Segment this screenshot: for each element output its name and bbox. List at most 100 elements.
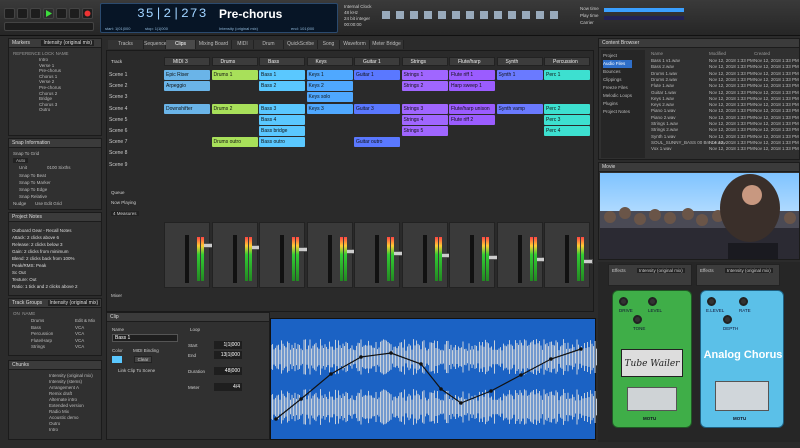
- end-field[interactable]: 13|1|000: [214, 351, 242, 359]
- clip-cell[interactable]: Guitar 3: [354, 103, 400, 114]
- preset-select-right[interactable]: Intensity (original mix): [725, 268, 773, 273]
- clip-cell[interactable]: Keys 2: [306, 81, 353, 92]
- clip-cell[interactable]: Flute riff 2: [449, 114, 495, 125]
- browser-folder[interactable]: Melodic Loops: [603, 92, 632, 100]
- clip-cell[interactable]: Strings 5: [401, 126, 448, 136]
- browser-file-row[interactable]: Piano 1.wav: [651, 108, 676, 113]
- track-header-percussion[interactable]: Percussion: [544, 57, 590, 66]
- tab-waveform[interactable]: Waveform: [340, 40, 370, 49]
- browser-folder[interactable]: Project Notes: [603, 108, 632, 116]
- tab-quickscribe[interactable]: QuickScribe: [284, 40, 318, 49]
- marker-row[interactable]: Pre-chorus: [39, 68, 61, 74]
- chunk-row[interactable]: Intro: [49, 427, 93, 433]
- fader-track[interactable]: [470, 235, 498, 283]
- track-group-row[interactable]: Percussion: [31, 331, 53, 338]
- track-header-flute-harp[interactable]: Flute/harp: [449, 57, 495, 66]
- clip-cell[interactable]: Perc 4: [544, 126, 590, 136]
- browser-file-row[interactable]: Bass 2.wav: [651, 64, 674, 69]
- tab-clips[interactable]: Clips: [166, 40, 196, 49]
- browser-file-row[interactable]: Bass 1 v1.wav: [651, 58, 680, 63]
- pre-roll-controls[interactable]: [4, 22, 94, 31]
- e-level-knob[interactable]: [707, 297, 716, 306]
- browser-file-row[interactable]: Drums 1.wav: [651, 71, 677, 76]
- chunk-name[interactable]: Intensity (original mix): [219, 26, 258, 31]
- fader-track[interactable]: [185, 235, 213, 283]
- mixer-strip[interactable]: [211, 222, 261, 288]
- clip-cell[interactable]: Synth vamp: [496, 103, 543, 114]
- mixer-strip[interactable]: [259, 222, 308, 288]
- stop-button[interactable]: [30, 8, 41, 19]
- rewind-start-button[interactable]: [4, 8, 15, 19]
- marker-row[interactable]: Pre-chorus: [39, 85, 61, 91]
- preset-select-left[interactable]: Intensity (original mix): [637, 268, 685, 273]
- track-header-synth[interactable]: Synth: [496, 57, 543, 66]
- clip-cell[interactable]: Drums 2: [211, 103, 258, 114]
- scene-launch-9[interactable]: Scene 9: [109, 160, 154, 170]
- fader-track[interactable]: [422, 235, 451, 283]
- browser-file-row[interactable]: Keys 2.wav: [651, 102, 674, 107]
- clip-cell[interactable]: Guitar 1: [354, 70, 400, 80]
- browser-file-row[interactable]: Piano 2.wav: [651, 115, 676, 120]
- mixer-strip[interactable]: [496, 222, 546, 288]
- tab-drum[interactable]: Drum: [254, 40, 284, 49]
- track-header-bass[interactable]: Bass: [259, 57, 305, 66]
- mixer-strip[interactable]: [544, 222, 593, 288]
- clip-cell[interactable]: Bass 2: [259, 81, 305, 92]
- clip-cell[interactable]: Harp sweep 1: [449, 81, 495, 92]
- scene-launch-8[interactable]: Scene 8: [109, 148, 154, 158]
- clip-cell[interactable]: Epic Riser: [164, 70, 210, 80]
- clip-cell[interactable]: Bass outro: [259, 137, 305, 148]
- browser-file-row[interactable]: Drums 2.wav: [651, 77, 677, 82]
- clip-cell[interactable]: Strings 1: [401, 70, 448, 80]
- clip-cell[interactable]: Strings 2: [401, 81, 448, 92]
- clear-binding-button[interactable]: Clear: [134, 356, 152, 363]
- scene-launch-6[interactable]: Scene 6: [109, 126, 154, 136]
- clip-cell[interactable]: Perc 2: [544, 103, 590, 114]
- mixer-strip[interactable]: [306, 222, 356, 288]
- clip-cell[interactable]: Drums 1: [211, 70, 258, 80]
- clip-cell[interactable]: Strings 3: [401, 103, 448, 114]
- clip-cell[interactable]: Bass bridge: [259, 126, 305, 136]
- pause-button[interactable]: [56, 8, 67, 19]
- clip-cell[interactable]: Bass 4: [259, 114, 305, 125]
- clock-source[interactable]: Internal Clock: [344, 4, 372, 9]
- depth-knob[interactable]: [723, 315, 732, 324]
- mixer-strip[interactable]: [354, 222, 403, 288]
- scene-launch-4[interactable]: Scene 4: [109, 104, 154, 114]
- rewind-button[interactable]: [17, 8, 28, 19]
- waveform-editor[interactable]: [270, 318, 597, 440]
- mixer-strip[interactable]: [401, 222, 451, 288]
- meter-field[interactable]: 4/4: [214, 383, 242, 391]
- snap-mode-select[interactable]: Auto: [13, 158, 29, 163]
- clip-cell[interactable]: Keys 3: [306, 103, 353, 114]
- browser-folder[interactable]: Project: [603, 52, 632, 60]
- tab-mixing-board[interactable]: Mixing Board: [196, 40, 232, 49]
- rate-knob[interactable]: [739, 297, 748, 306]
- browser-folder[interactable]: Freeze Files: [603, 84, 632, 92]
- scene-launch-5[interactable]: Scene 5: [109, 115, 154, 125]
- markers-chunk-select[interactable]: Intensity (original mix): [41, 40, 95, 46]
- tab-sequence[interactable]: Sequence: [144, 40, 167, 49]
- snap-to-edge-toggle[interactable]: Snap To Edge: [19, 187, 47, 192]
- level-knob[interactable]: [648, 297, 657, 306]
- fast-forward-button[interactable]: [69, 8, 80, 19]
- clip-cell[interactable]: Synth 1: [496, 70, 543, 80]
- record-button[interactable]: [82, 8, 93, 19]
- clip-cell[interactable]: Arpeggio: [164, 81, 210, 92]
- browser-file-row[interactable]: Flute 1.wav: [651, 83, 674, 88]
- browser-file-row[interactable]: Strings 1.wav: [651, 121, 678, 126]
- loop-checkbox[interactable]: Loop: [190, 327, 200, 332]
- marker-row[interactable]: Outro: [39, 107, 61, 113]
- queue-length-select[interactable]: 4 Measures: [111, 211, 139, 216]
- toolbar-icons[interactable]: [380, 6, 570, 28]
- start-field[interactable]: 1|1|000: [214, 341, 242, 349]
- browser-folder[interactable]: Bounces: [603, 68, 632, 76]
- browser-file-row[interactable]: Keys 1.wav: [651, 96, 674, 101]
- clip-cell[interactable]: Flute/harp unison: [449, 103, 495, 114]
- browser-file-row[interactable]: Guitar 1.wav: [651, 90, 676, 95]
- browser-folder[interactable]: Clippings: [603, 76, 632, 84]
- mixer-strip[interactable]: [164, 222, 213, 288]
- fader-track[interactable]: [280, 235, 308, 283]
- link-clip-to-scene-checkbox[interactable]: Link Clip To Scene: [118, 368, 155, 373]
- mixer-strip[interactable]: [449, 222, 498, 288]
